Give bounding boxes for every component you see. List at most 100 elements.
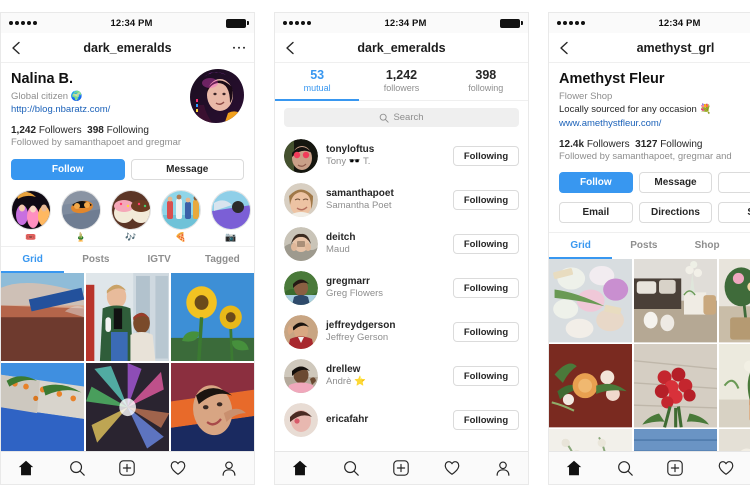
followers-count-tabs: 53 mutual 1,242 followers 398 following [275,63,528,102]
user-list: tonyloftus Tony 🕶️ T. Following samantha… [275,134,528,451]
grid-photo[interactable] [718,259,750,343]
profile-header: Nalina B. Global citizen 🌍 http://blog.n… [1,63,254,180]
grid-photo[interactable] [549,259,633,343]
profile-icon[interactable] [219,458,239,478]
home-icon[interactable] [564,458,584,478]
phone-screen-profile: 12:34 PM dark_emeralds Nalina B. Global … [0,12,255,485]
heart-icon[interactable] [168,458,188,478]
grid-photo[interactable] [718,344,750,428]
following-count: 398 [475,68,497,82]
following-button[interactable]: Following [453,190,519,211]
nav-bar: dark_emeralds [275,33,528,63]
add-post-icon[interactable] [117,458,137,478]
story-highlight[interactable]: 🎍 [61,189,101,242]
grid-photo[interactable] [1,272,85,362]
grid-photo[interactable] [549,429,633,451]
following-button[interactable]: Following [453,146,519,167]
tab-tagged[interactable]: Tagged [191,247,254,273]
profile-icon[interactable] [493,458,513,478]
following-button[interactable]: Following [453,322,519,343]
tab-mutual[interactable]: 53 mutual [275,63,360,102]
grid-photo[interactable] [1,362,85,451]
heart-icon[interactable] [442,458,462,478]
grid-photo[interactable] [85,272,170,362]
story-highlight[interactable]: 🎶 [111,189,151,242]
list-item[interactable]: tonyloftus Tony 🕶️ T. Following [275,134,528,178]
list-item-text: samanthapoet Samantha Poet [326,188,445,213]
tab-igtv[interactable]: IGTV [128,247,191,273]
grid-photo[interactable] [633,429,718,451]
list-item[interactable]: ericafahr Following [275,398,528,442]
fullname: Andrè ⭐ [326,376,366,388]
tab-grid[interactable]: Grid [549,233,613,260]
chevron-left-icon[interactable] [557,41,571,55]
home-icon[interactable] [16,458,36,478]
avatar[interactable] [284,271,318,306]
story-highlight-label: 🍕 [175,231,187,242]
profile-action-buttons-row1: Follow Message [559,172,750,194]
tab-following[interactable]: 398 following [444,63,528,101]
list-item[interactable]: drellew Andrè ⭐ Following [275,354,528,398]
list-item[interactable]: jeffreydgerson Jeffrey Gerson Following [275,310,528,354]
avatar[interactable] [284,359,318,394]
list-item[interactable]: gregmarr Greg Flowers Following [275,266,528,310]
battery-icon [500,18,523,28]
avatar[interactable] [284,139,318,174]
search-input[interactable]: Search [284,108,519,128]
grid-photo[interactable] [633,344,718,428]
grid-photo[interactable] [633,259,718,343]
grid-photo[interactable] [85,362,170,451]
following-label: Following [660,138,703,150]
avatar[interactable] [284,183,318,218]
search-icon[interactable] [67,458,87,478]
search-icon[interactable] [615,458,635,478]
page-title: dark_emeralds [357,40,446,55]
chevron-left-icon[interactable] [283,41,297,55]
grid-photo[interactable] [549,344,633,428]
directions-button[interactable]: Directions [638,202,713,224]
list-item[interactable]: deitch Maud Following [275,222,528,266]
start-order-button[interactable]: Sta [718,202,750,224]
story-highlight[interactable]: 🎟️ [11,189,51,242]
following-button[interactable]: Following [453,234,519,255]
tab-grid[interactable]: Grid [1,247,65,273]
add-post-icon[interactable] [391,458,411,478]
tab-shop[interactable]: Shop [676,233,739,259]
search-icon[interactable] [341,458,361,478]
follow-button[interactable]: Follow [11,158,125,180]
chevron-left-icon[interactable] [9,41,23,55]
story-highlight-label: 🎍 [75,231,87,242]
status-bar: 12:34 PM [1,13,254,33]
message-button[interactable]: Message [130,158,244,180]
heart-icon[interactable] [716,458,736,478]
follow-button[interactable]: Follow [559,172,633,194]
message-button[interactable]: Message [638,172,713,194]
following-button[interactable]: Following [453,366,519,387]
grid-photo[interactable] [170,362,254,451]
story-highlight[interactable]: 🍕 [161,189,201,242]
tab-igtv[interactable]: IGTV [739,233,750,259]
grid-photo[interactable] [170,272,254,362]
add-post-icon[interactable] [665,458,685,478]
avatar[interactable] [284,403,318,438]
list-item-text: jeffreydgerson Jeffrey Gerson [326,320,445,345]
tab-posts[interactable]: Posts [64,247,127,273]
email-button[interactable]: Email [559,202,633,224]
home-icon[interactable] [290,458,310,478]
overflow-menu-icon[interactable] [232,46,245,49]
bottom-tab-bar [275,451,528,484]
following-label: following [468,83,504,94]
following-button[interactable]: Following [453,410,519,431]
tab-followers[interactable]: 1,242 followers [359,63,443,101]
following-button[interactable]: Following [453,278,519,299]
more-actions-button[interactable] [718,172,750,194]
avatar[interactable] [284,227,318,262]
avatar[interactable] [284,315,318,350]
profile-stats: 12.4k Followers 3127 Following [559,139,750,150]
grid-photo[interactable] [718,429,750,451]
avatar[interactable] [188,67,244,123]
list-item[interactable]: samanthapoet Samantha Poet Following [275,178,528,222]
profile-website-link[interactable]: www.amethystfleur.com/ [559,117,750,131]
tab-posts[interactable]: Posts [612,233,675,259]
story-highlight[interactable]: 📷 [211,189,251,242]
